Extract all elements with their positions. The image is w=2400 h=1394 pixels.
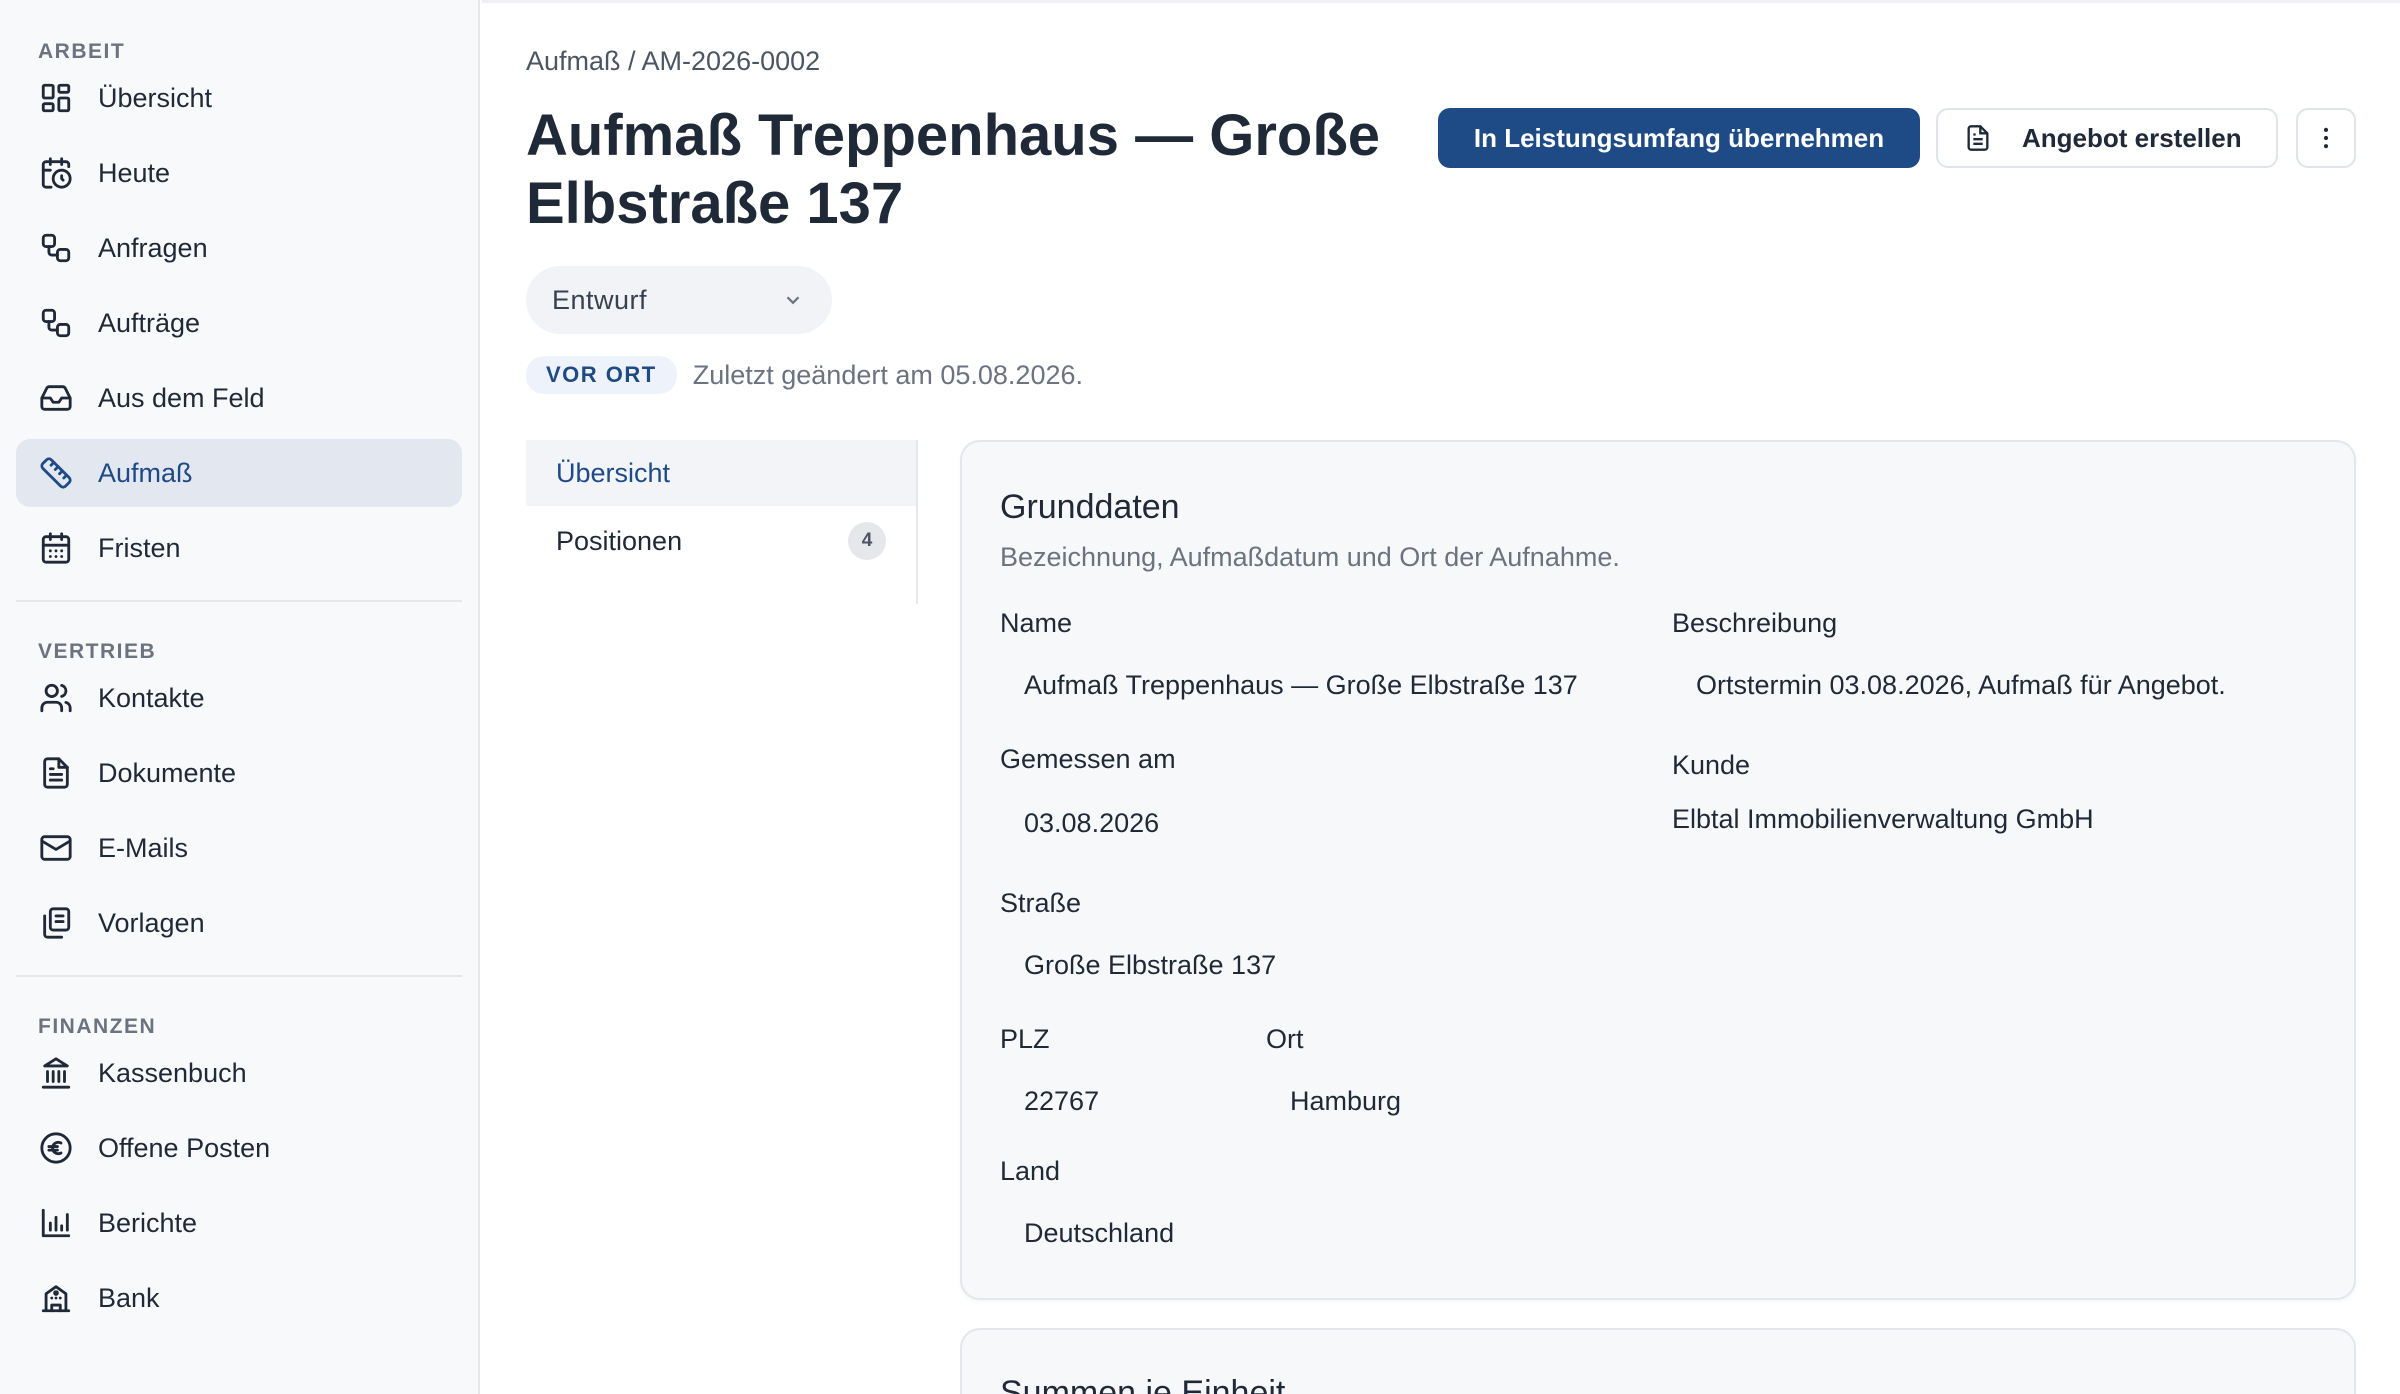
- sidebar-divider: [16, 600, 462, 602]
- sidebar-item-label: Übersicht: [98, 82, 213, 113]
- beschreibung-field[interactable]: Ortstermin 03.08.2026, Aufmaß für Angebo…: [1696, 670, 2226, 701]
- sidebar-item-berichte[interactable]: Berichte: [16, 1189, 462, 1257]
- sidebar-divider: [16, 975, 462, 977]
- sidebar-item-label: Heute: [98, 157, 171, 188]
- ort-label: Ort: [1266, 1024, 1304, 1054]
- angebot-erstellen-button[interactable]: Angebot erstellen: [1936, 108, 2278, 168]
- sidebar-item-label: Kontakte: [98, 682, 205, 713]
- section-nav: Übersicht Positionen 4: [526, 440, 918, 604]
- sidebar-item-dokumente[interactable]: Dokumente: [16, 739, 462, 807]
- tab-positionen[interactable]: Positionen 4: [526, 508, 916, 574]
- status-badge: VOR ORT: [526, 356, 677, 394]
- sidebar: ARBEIT Übersicht Heute Anfragen Aufträge…: [0, 0, 480, 1394]
- calendar-clock-icon: [38, 155, 74, 191]
- calendar-icon: [38, 530, 74, 566]
- more-options-button[interactable]: [2296, 108, 2356, 168]
- sidebar-item-label: Offene Posten: [98, 1132, 271, 1163]
- name-field[interactable]: Aufmaß Treppenhaus — Große Elbstraße 137: [1024, 670, 1578, 701]
- land-label: Land: [1000, 1156, 1061, 1186]
- workflow-icon: [38, 305, 74, 341]
- sidebar-item-label: Aufmaß: [98, 457, 193, 488]
- document-icon: [38, 755, 74, 791]
- kunde-label: Kunde: [1672, 750, 1751, 780]
- plz-field[interactable]: 22767: [1024, 1086, 1099, 1117]
- sidebar-item-label: Dokumente: [98, 757, 237, 788]
- beschreibung-label: Beschreibung: [1672, 608, 1838, 638]
- document-icon: [1967, 125, 1989, 151]
- tab-uebersicht[interactable]: Übersicht: [526, 440, 916, 506]
- more-vertical-icon: [2323, 127, 2329, 149]
- sidebar-item-label: E-Mails: [98, 832, 189, 863]
- copy-icon: [38, 905, 74, 941]
- strasse-field[interactable]: Große Elbstraße 137: [1024, 950, 1276, 981]
- sidebar-item-label: Bank: [98, 1282, 160, 1313]
- count-badge: 4: [848, 522, 886, 560]
- sidebar-item-label: Berichte: [98, 1207, 198, 1238]
- top-border: [482, 0, 2400, 3]
- sidebar-item-aus-dem-feld[interactable]: Aus dem Feld: [16, 364, 462, 432]
- bank-icon: [38, 1055, 74, 1091]
- sidebar-item-label: Anfragen: [98, 232, 208, 263]
- sidebar-item-bank[interactable]: Bank: [16, 1264, 462, 1332]
- name-label: Name: [1000, 608, 1073, 638]
- gemessen-field[interactable]: 03.08.2026: [1024, 808, 1159, 839]
- card-title: Summen je Einheit: [1000, 1374, 1286, 1394]
- sidebar-item-label: Aufträge: [98, 307, 201, 338]
- sidebar-item-kassenbuch[interactable]: Kassenbuch: [16, 1039, 462, 1107]
- nav-section-vertrieb: VERTRIEB: [38, 640, 157, 663]
- sidebar-item-fristen[interactable]: Fristen: [16, 514, 462, 582]
- main-content: Aufmaß / AM-2026-0002 Aufmaß Treppenhaus…: [482, 0, 2400, 1394]
- status-select-value: Entwurf: [552, 284, 648, 315]
- last-changed-text: Zuletzt geändert am 05.08.2026.: [692, 359, 1083, 390]
- sidebar-item-heute[interactable]: Heute: [16, 139, 462, 207]
- land-field[interactable]: Deutschland: [1024, 1218, 1174, 1249]
- kunde-value[interactable]: Elbtal Immobilienverwaltung GmbH: [1672, 804, 2094, 835]
- summen-card: Summen je Einheit: [960, 1328, 2356, 1394]
- bar-chart-icon: [38, 1205, 74, 1241]
- meta-row: VOR ORT Zuletzt geändert am 05.08.2026.: [526, 356, 1083, 394]
- tab-label: Übersicht: [556, 457, 671, 488]
- sidebar-item-label: Vorlagen: [98, 907, 205, 938]
- ort-field[interactable]: Hamburg: [1290, 1086, 1401, 1117]
- inbox-icon: [38, 380, 74, 416]
- mail-icon: [38, 830, 74, 866]
- sidebar-item-offene-posten[interactable]: Offene Posten: [16, 1114, 462, 1182]
- sidebar-item-uebersicht[interactable]: Übersicht: [16, 64, 462, 132]
- grid-icon: [38, 80, 74, 116]
- breadcrumb[interactable]: Aufmaß / AM-2026-0002: [526, 46, 820, 77]
- ruler-icon: [38, 455, 74, 491]
- euro-icon: [38, 1130, 74, 1166]
- building-icon: [38, 1280, 74, 1316]
- card-subtitle: Bezeichnung, Aufmaßdatum und Ort der Auf…: [1000, 542, 1620, 572]
- plz-label: PLZ: [1000, 1024, 1050, 1054]
- gemessen-label: Gemessen am: [1000, 744, 1176, 774]
- workflow-icon: [38, 230, 74, 266]
- sidebar-item-anfragen[interactable]: Anfragen: [16, 214, 462, 282]
- card-title: Grunddaten: [1000, 488, 1180, 526]
- status-select[interactable]: Entwurf: [526, 266, 832, 334]
- sidebar-item-emails[interactable]: E-Mails: [16, 814, 462, 882]
- sidebar-item-auftraege[interactable]: Aufträge: [16, 289, 462, 357]
- angebot-erstellen-label: Angebot erstellen: [2022, 122, 2242, 153]
- uebernehmen-button[interactable]: In Leistungsumfang übernehmen: [1438, 108, 1920, 168]
- chevron-down-icon: [786, 296, 800, 305]
- sidebar-item-label: Aus dem Feld: [98, 382, 265, 413]
- users-icon: [38, 680, 74, 716]
- sidebar-item-aufmass[interactable]: Aufmaß: [16, 439, 462, 507]
- nav-section-arbeit: ARBEIT: [38, 40, 126, 63]
- sidebar-item-label: Kassenbuch: [98, 1057, 247, 1088]
- grunddaten-card: Grunddaten Bezeichnung, Aufmaßdatum und …: [960, 440, 2356, 1300]
- strasse-label: Straße: [1000, 888, 1082, 918]
- sidebar-item-kontakte[interactable]: Kontakte: [16, 664, 462, 732]
- page-title: Aufmaß Treppenhaus — Große Elbstraße 137: [526, 103, 1380, 236]
- sidebar-item-vorlagen[interactable]: Vorlagen: [16, 889, 462, 957]
- tab-label: Positionen: [556, 525, 683, 556]
- sidebar-item-label: Fristen: [98, 532, 181, 563]
- nav-section-finanzen: FINANZEN: [38, 1015, 157, 1038]
